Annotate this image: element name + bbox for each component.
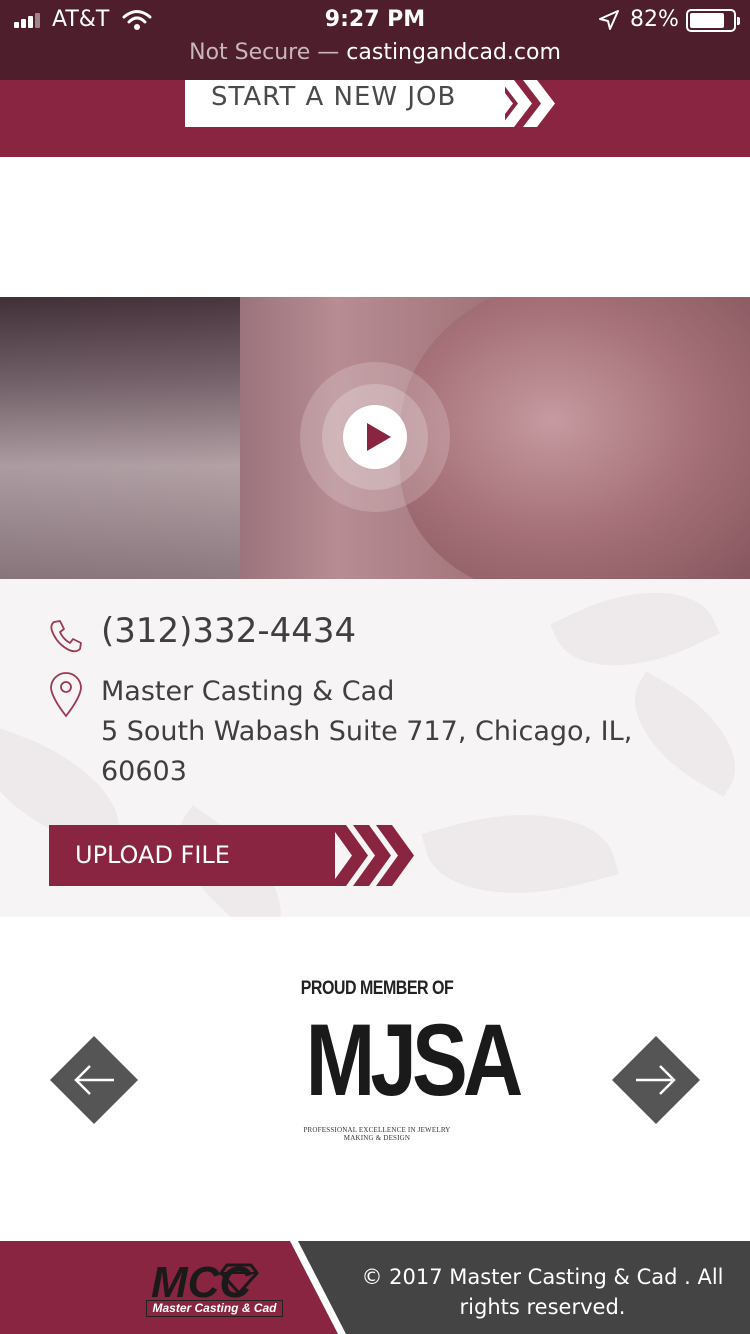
play-icon — [367, 423, 391, 451]
start-new-job-button[interactable]: START A NEW JOB — [185, 80, 505, 127]
location-icon — [599, 10, 619, 30]
zip-code: 60603 — [101, 756, 187, 787]
badge-tagline: PROFESSIONAL EXCELLENCE IN JEWELRY MAKIN… — [303, 1126, 451, 1142]
logo-caption: Master Casting & Cad — [146, 1300, 283, 1317]
carousel-prev-button[interactable] — [50, 1036, 138, 1124]
address-block: Master Casting & Cad 5 South Wabash Suit… — [101, 672, 701, 792]
video-background-equipment — [0, 297, 240, 579]
badge-main-text: MJSA — [305, 1003, 524, 1117]
location-pin-icon — [50, 672, 82, 718]
video-person — [400, 297, 750, 579]
chevrons-right-icon[interactable] — [473, 80, 568, 127]
phone-number[interactable]: (312)332-4434 — [101, 611, 356, 651]
security-label: Not Secure — [189, 40, 311, 65]
copyright-text: © 2017 Master Casting & Cad . All rights… — [361, 1265, 724, 1319]
url-separator: — — [310, 40, 347, 65]
chevrons-right-icon[interactable] — [330, 825, 420, 886]
browser-top-bar: AT&T 9:27 PM 82% Not Secure — castingand… — [0, 0, 750, 80]
carousel-next-button[interactable] — [612, 1036, 700, 1124]
leaf-decoration — [421, 787, 619, 917]
url-bar[interactable]: Not Secure — castingandcad.com — [0, 40, 750, 65]
play-button[interactable] — [343, 405, 407, 469]
status-bar: AT&T 9:27 PM 82% — [0, 0, 750, 42]
address-line: 5 South Wabash Suite 717, Chicago, IL, — [101, 716, 633, 747]
upload-file-button[interactable]: UPLOAD FILE — [49, 825, 335, 886]
upload-file-label: UPLOAD FILE — [75, 841, 230, 869]
mjsa-badge: PROUD MEMBER OF MJSA PROFESSIONAL EXCELL… — [290, 968, 524, 1182]
badge-top-text: PROUD MEMBER OF — [300, 978, 454, 999]
company-name: Master Casting & Cad — [101, 676, 395, 707]
start-new-job-label: START A NEW JOB — [211, 82, 457, 112]
battery-icon — [686, 9, 740, 32]
phone-icon — [50, 620, 82, 653]
url-domain: castingandcad.com — [346, 40, 561, 65]
battery-percent: 82% — [630, 7, 679, 32]
